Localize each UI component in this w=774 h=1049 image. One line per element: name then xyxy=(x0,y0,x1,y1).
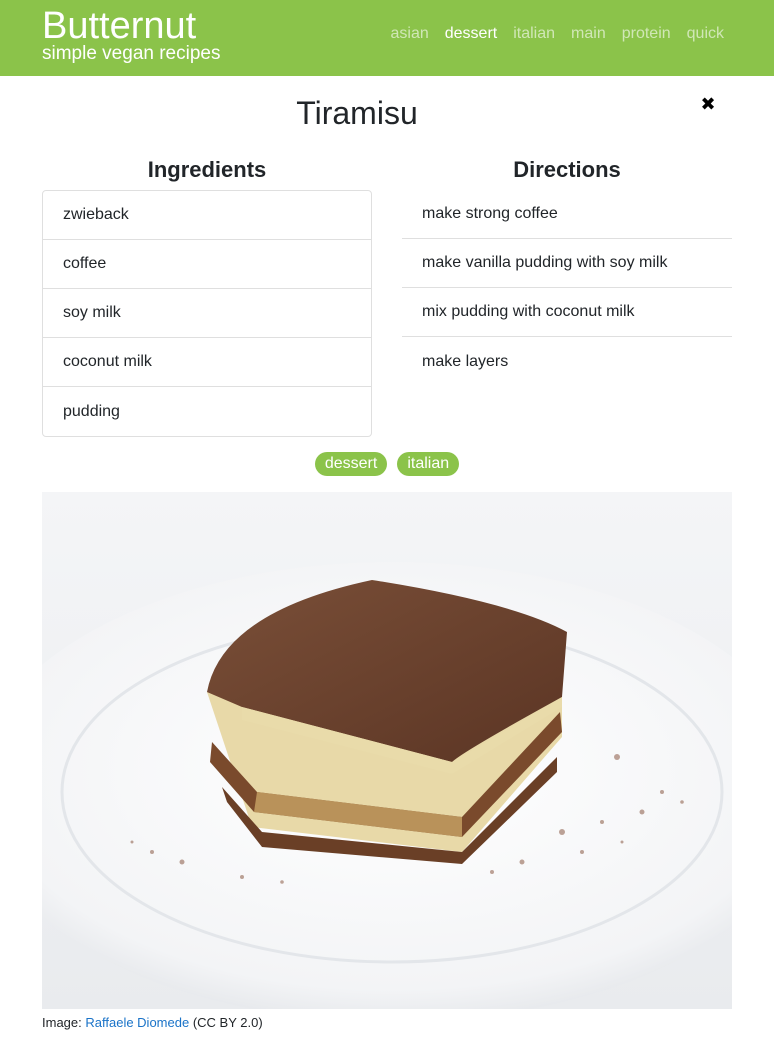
ingredients-heading: Ingredients xyxy=(147,157,267,182)
ingredient-item: soy milk xyxy=(43,289,371,338)
direction-step: make vanilla pudding with soy milk xyxy=(402,239,732,288)
credit-prefix: Image: xyxy=(42,1015,82,1030)
nav-item-quick[interactable]: quick xyxy=(687,24,724,44)
recipe-photo xyxy=(42,492,732,1009)
tag-dessert[interactable]: dessert xyxy=(314,452,388,476)
ingredient-item: pudding xyxy=(63,402,120,420)
nav-item-italian[interactable]: italian xyxy=(513,24,555,44)
credit-license: (CC BY 2.0) xyxy=(192,1015,263,1030)
direction-step: make layers xyxy=(422,352,509,370)
direction-step: make strong coffee xyxy=(402,190,732,239)
nav-item-asian[interactable]: asian xyxy=(391,24,429,44)
brand-name[interactable]: Butternut xyxy=(42,4,220,48)
nav-item-main[interactable]: main xyxy=(571,24,606,44)
ingredient-item: zwieback xyxy=(43,191,371,240)
recipe-tags: dessert italian xyxy=(0,452,774,476)
ingredient-item: coconut milk xyxy=(43,338,371,387)
directions-list: make strong coffee make vanilla pudding … xyxy=(402,190,732,386)
tiramisu-illustration xyxy=(42,492,732,1009)
credit-author-link[interactable]: Raffaele Diomede xyxy=(85,1015,189,1030)
nav-item-dessert[interactable]: dessert xyxy=(445,24,497,44)
ingredient-item: coffee xyxy=(43,240,371,289)
recipe-title: Tiramisu xyxy=(296,95,418,131)
brand[interactable]: Butternut simple vegan recipes xyxy=(42,4,220,64)
close-icon[interactable]: ✖ xyxy=(699,94,717,114)
navbar: Butternut simple vegan recipes asian des… xyxy=(0,0,774,76)
category-nav: asian dessert italian main protein quick xyxy=(391,24,725,44)
brand-tagline: simple vegan recipes xyxy=(42,43,221,64)
direction-step: mix pudding with coconut milk xyxy=(402,288,732,337)
image-credit: Image: Raffaele Diomede (CC BY 2.0) xyxy=(42,1015,263,1031)
tag-italian[interactable]: italian xyxy=(397,452,460,476)
directions-heading: Directions xyxy=(513,157,621,182)
ingredients-list: zwieback coffee soy milk coconut milk pu… xyxy=(42,190,372,437)
nav-item-protein[interactable]: protein xyxy=(622,24,671,44)
